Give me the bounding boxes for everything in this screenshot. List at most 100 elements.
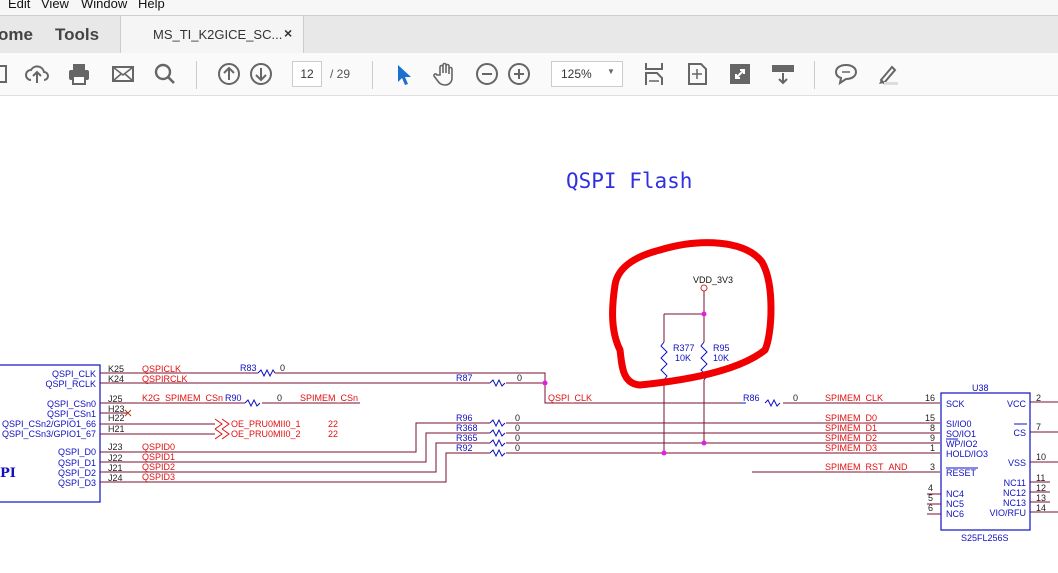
pin-name: QSPI_RCLK — [45, 379, 96, 389]
chevron-down-icon: ▼ — [607, 67, 615, 76]
pin-number: H21 — [108, 424, 125, 434]
u38-right-pin-numbers: 2 7 10 11 12 13 14 — [1036, 393, 1046, 513]
pin-number: 11 — [1036, 473, 1045, 483]
cloud-upload-icon[interactable] — [24, 61, 50, 87]
pin-number: 10 — [1036, 452, 1046, 462]
resistor-value: 10K — [675, 353, 691, 363]
menu-window[interactable]: Window — [81, 0, 127, 10]
email-icon[interactable] — [110, 61, 136, 87]
page-number-input[interactable]: 12 — [292, 61, 322, 87]
page-up-icon[interactable] — [216, 61, 242, 87]
pin-number: 2 — [1036, 393, 1041, 403]
resistor-value: 0 — [280, 363, 285, 373]
resistor-value: 0 — [793, 393, 798, 403]
net-label: QSPID1 — [142, 452, 175, 462]
pin-name: QSPI_CSn3/GPIO1_67 — [2, 429, 96, 439]
close-tab-icon[interactable]: × — [284, 25, 292, 41]
tab-document-title: MS_TI_K2GICE_SC... — [153, 27, 283, 42]
net-label: SPIMEM_CSn — [300, 393, 358, 403]
pin-name: NC12 — [1003, 488, 1026, 498]
pin-name: NC13 — [1003, 498, 1026, 508]
select-cursor-icon[interactable] — [390, 61, 416, 87]
resistor-ref: R365 — [456, 433, 478, 443]
pin-name: HOLD/IO3 — [946, 449, 988, 459]
tab-bar: ome Tools MS_TI_K2GICE_SC... × — [0, 15, 1058, 54]
net-label: K2G_SPIMEM_CSn — [142, 393, 223, 403]
toolbar-divider — [372, 61, 373, 89]
pin-number: 15 — [925, 413, 935, 423]
resistor-ref: R83 — [240, 363, 257, 373]
junction-dot — [661, 450, 667, 456]
pin-name: QSPI_CSn1 — [47, 409, 96, 419]
print-icon[interactable] — [66, 61, 92, 87]
resistor-value: 10K — [713, 353, 729, 363]
schematic-page: QSPI Flash PI QSPI_CLK QSPI_RCLK QSPI_CS… — [0, 169, 1058, 543]
toolbar-divider — [196, 61, 197, 89]
page-down-icon[interactable] — [248, 61, 274, 87]
save-icon[interactable] — [0, 61, 12, 87]
junction-dot — [542, 380, 548, 386]
pin-name: WP/IO2 — [946, 439, 978, 449]
zoom-level-value: 125% — [561, 67, 592, 81]
pin-name: QSPI_D3 — [58, 478, 96, 488]
junction-dot — [701, 311, 707, 317]
pin-number: 14 — [1036, 503, 1046, 513]
toolbar-divider — [814, 61, 815, 89]
tab-document[interactable]: MS_TI_K2GICE_SC... × — [120, 16, 304, 53]
pin-number: 12 — [1036, 483, 1046, 493]
zoom-out-icon[interactable] — [474, 61, 500, 87]
power-label: VDD_3V3 — [693, 275, 733, 285]
resistor-ref: R96 — [456, 413, 473, 423]
pin-name: VCC — [1007, 399, 1027, 409]
resistor-ref: R87 — [456, 373, 473, 383]
page-ref: 22 — [328, 429, 338, 439]
u38-reference: U38 — [972, 383, 989, 393]
hand-icon[interactable] — [432, 61, 458, 87]
u38-right-pins: VCC CS VSS NC11 NC12 NC13 VIO/RFU — [989, 399, 1026, 518]
fit-width-icon[interactable] — [641, 61, 667, 87]
menu-view[interactable]: View — [41, 0, 69, 10]
resistor-ref: R92 — [456, 443, 473, 453]
net-label: QSPID2 — [142, 462, 175, 472]
pin-number: 9 — [930, 433, 935, 443]
tab-tools[interactable]: Tools — [55, 25, 99, 45]
net-label: QSPID0 — [142, 442, 175, 452]
net-label: OE_PRU0MII0_1 — [231, 419, 301, 429]
processor-pin-names: QSPI_CLK QSPI_RCLK QSPI_CSn0 QSPI_CSn1 Q… — [2, 369, 96, 488]
pin-number: 4 — [928, 483, 933, 493]
resistor-ref: R90 — [225, 393, 242, 403]
resistor-value: 0 — [515, 433, 520, 443]
menu-bar: Edit View Window Help — [0, 0, 1058, 15]
processor-part-name: PI — [0, 466, 16, 481]
power-port-icon — [700, 284, 708, 292]
zoom-in-icon[interactable] — [506, 61, 532, 87]
fit-page-icon[interactable] — [684, 61, 710, 87]
resistor-value: 0 — [515, 423, 520, 433]
net-label: SPIMEM_RST_AND — [825, 462, 908, 472]
pin-number: 13 — [1036, 493, 1046, 503]
resistor-ref: R95 — [713, 343, 730, 353]
comment-icon[interactable] — [833, 61, 859, 87]
menu-edit[interactable]: Edit — [8, 0, 30, 10]
resistor-value: 0 — [515, 413, 520, 423]
pin-name: SO/IO1 — [946, 429, 976, 439]
fullscreen-icon[interactable] — [727, 61, 753, 87]
tab-home[interactable]: ome — [0, 25, 33, 45]
zoom-level-select[interactable]: 125% ▼ — [551, 61, 623, 87]
net-label: SPIMEM_D0 — [825, 413, 877, 423]
pin-name: NC6 — [946, 509, 964, 519]
pin-name: QSPI_CLK — [52, 369, 96, 379]
pin-name: NC11 — [1004, 478, 1026, 488]
highlight-icon[interactable] — [875, 61, 901, 87]
pin-name: QSPI_CSn0 — [47, 399, 96, 409]
menu-help[interactable]: Help — [138, 0, 165, 10]
pin-number: J23 — [108, 442, 123, 452]
net-label: QSPICLK — [142, 364, 181, 374]
u38-left-pins: SCK SI/IO0 SO/IO1 WP/IO2 HOLD/IO3 RESET … — [946, 399, 988, 519]
search-icon[interactable] — [152, 61, 178, 87]
net-label: OE_PRU0MII0_2 — [231, 429, 301, 439]
page-total: / 29 — [330, 67, 351, 81]
pin-name: RESET — [946, 468, 977, 478]
read-mode-icon[interactable] — [770, 61, 796, 87]
toolbar: 12 / 29 125% ▼ — [0, 53, 1058, 96]
